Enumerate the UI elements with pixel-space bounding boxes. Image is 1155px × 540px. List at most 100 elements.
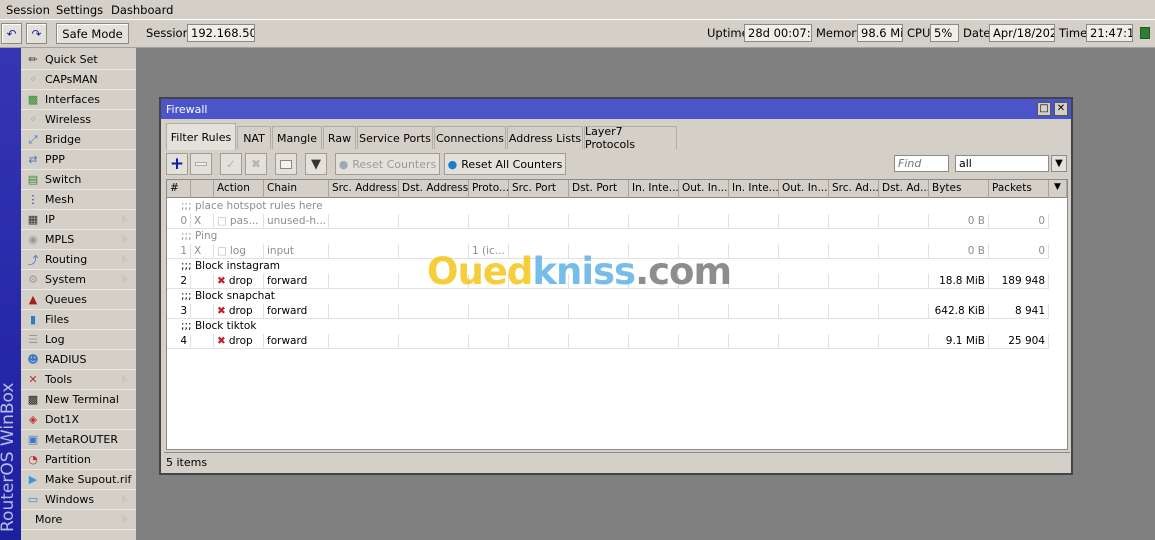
tab-connections[interactable]: Connections [434, 126, 506, 149]
sidebar-item-mesh[interactable]: ⋮ Mesh [21, 190, 136, 210]
tab-address-lists[interactable]: Address Lists [507, 126, 583, 149]
undo-button[interactable]: ↶ [1, 23, 22, 44]
sidebar-item-bridge[interactable]: ⤢ Bridge [21, 130, 136, 150]
redo-button[interactable]: ↷ [26, 23, 47, 44]
filter-button[interactable]: ▼ [305, 153, 327, 175]
column-header-bytes[interactable]: Bytes [929, 180, 989, 198]
maximize-button[interactable]: □ [1037, 102, 1051, 116]
comment-button[interactable] [275, 153, 297, 175]
rule-comment-row[interactable]: ;;; Ping [167, 229, 1067, 244]
enable-button[interactable]: ✓ [220, 153, 242, 175]
tab-mangle[interactable]: Mangle [272, 126, 322, 149]
rule-bytes: 0 B [929, 214, 989, 229]
src-port [509, 244, 569, 259]
rule-flag [191, 274, 214, 289]
out-interface-list [779, 304, 829, 319]
sidebar-item-ppp[interactable]: ⇄ PPP [21, 150, 136, 170]
table-row[interactable]: 2 ✖ drop forward 18.8 MiB 189 948 [167, 274, 1067, 289]
columns-menu-icon[interactable]: ▼ [1049, 180, 1067, 198]
sidebar-item-tools[interactable]: ✕ Tools [21, 370, 136, 390]
column-header-dst-ad[interactable]: Dst. Ad... [879, 180, 929, 198]
sidebar-item-wireless[interactable]: ◦ Wireless [21, 110, 136, 130]
sidebar-item-routing[interactable]: ⤴ Routing [21, 250, 136, 270]
menu-settings[interactable]: Settings [56, 3, 103, 17]
column-header-in-inte[interactable]: In. Inte... [729, 180, 779, 198]
tab-filter-rules[interactable]: Filter Rules [166, 123, 236, 150]
log-icon: □ [217, 245, 227, 257]
sidebar-item-queues[interactable]: ▲ Queues [21, 290, 136, 310]
tab-service-ports[interactable]: Service Ports [357, 126, 433, 149]
rule-comment-row[interactable]: ;;; place hotspot rules here [167, 199, 1067, 214]
sidebar-item-ip[interactable]: ▦ IP [21, 210, 136, 230]
dst-address-list [879, 274, 929, 289]
reset-counters-button[interactable]: ● Reset Counters [335, 153, 440, 175]
sidebar-item-metarouter[interactable]: ▣ MetaROUTER [21, 430, 136, 450]
remove-button[interactable] [190, 153, 212, 175]
sidebar-item-more[interactable]: More [21, 510, 136, 530]
table-row[interactable]: 0 X □ pas... unused-h... 0 B0 [167, 214, 1067, 229]
sidebar-item-interfaces[interactable]: ▩ Interfaces [21, 90, 136, 110]
column-header-src-ad[interactable]: Src. Ad... [829, 180, 879, 198]
sidebar-item-radius[interactable]: ☻ RADIUS [21, 350, 136, 370]
date-field: Apr/18/2022 [989, 24, 1055, 42]
filter-select[interactable]: all [955, 155, 1049, 172]
filter-dropdown-button[interactable]: ▼ [1051, 155, 1067, 172]
sidebar-item-switch[interactable]: ▤ Switch [21, 170, 136, 190]
menu-dashboard[interactable]: Dashboard [111, 3, 173, 17]
sidebar-item-make-supout-rif[interactable]: ▶ Make Supout.rif [21, 470, 136, 490]
sidebar-item-files[interactable]: ▮ Files [21, 310, 136, 330]
disable-button[interactable]: ✖ [245, 153, 267, 175]
comment-icon [280, 159, 292, 169]
tab-raw[interactable]: Raw [323, 126, 356, 149]
sidebar-item-label: Bridge [45, 133, 81, 146]
sidebar-item-label: Tools [45, 373, 73, 386]
sidebar-item-label: More [35, 513, 63, 526]
reset-all-counters-button[interactable]: ● Reset All Counters [444, 153, 566, 175]
column-header-in-inte[interactable]: In. Inte... [629, 180, 679, 198]
column-header-proto[interactable]: Proto... [469, 180, 509, 198]
table-row[interactable]: 3 ✖ drop forward 642.8 KiB 8 941 [167, 304, 1067, 319]
undo-icon: ↶ [6, 26, 17, 41]
column-header-packets[interactable]: Packets [989, 180, 1049, 198]
add-button[interactable]: + [166, 153, 188, 175]
table-row[interactable]: 4 ✖ drop forward 9.1 MiB 25 904 [167, 334, 1067, 349]
tab-nat[interactable]: NAT [237, 126, 271, 149]
sidebar-item-windows[interactable]: ▭ Windows [21, 490, 136, 510]
column-header-src-port[interactable]: Src. Port [509, 180, 569, 198]
column-header-[interactable]: # [167, 180, 191, 198]
sidebar-item-new-terminal[interactable]: ▩ New Terminal [21, 390, 136, 410]
out-interface-list [779, 334, 829, 349]
column-header-action[interactable]: Action [214, 180, 264, 198]
rule-comment-row[interactable]: ;;; Block snapchat [167, 289, 1067, 304]
menu-session[interactable]: Session [6, 3, 50, 17]
table-row[interactable]: 1 X □ log input 1 (ic... 0 B0 [167, 244, 1067, 259]
column-header-dst-address[interactable]: Dst. Address [399, 180, 469, 198]
column-header-flags[interactable] [191, 180, 214, 198]
rule-number: 3 [167, 304, 191, 319]
column-header-chain[interactable]: Chain [264, 180, 329, 198]
close-icon: ✕ [1056, 103, 1066, 114]
in-interface-list [729, 334, 779, 349]
status-bar: 5 items [164, 452, 1070, 471]
window-title-bar[interactable]: Firewall [161, 99, 1071, 119]
sidebar-item-dot1x[interactable]: ◈ Dot1X [21, 410, 136, 430]
rule-number: 0 [167, 214, 191, 229]
sidebar-item-mpls[interactable]: ◉ MPLS [21, 230, 136, 250]
column-header-src-address[interactable]: Src. Address [329, 180, 399, 198]
close-button[interactable]: ✕ [1054, 102, 1068, 116]
tab-layer7-protocols[interactable]: Layer7 Protocols [584, 125, 677, 151]
sidebar-item-log[interactable]: ☰ Log [21, 330, 136, 350]
safe-mode-button[interactable]: Safe Mode [56, 23, 129, 44]
rule-comment-row[interactable]: ;;; Block tiktok [167, 319, 1067, 334]
column-header-out-in[interactable]: Out. In... [779, 180, 829, 198]
sidebar-item-partition[interactable]: ◔ Partition [21, 450, 136, 470]
rule-comment-row[interactable]: ;;; Block instagram [167, 259, 1067, 274]
find-input[interactable] [894, 155, 949, 172]
sidebar-item-system[interactable]: ⚙ System [21, 270, 136, 290]
column-header-out-in[interactable]: Out. In... [679, 180, 729, 198]
sidebar-item-capsman[interactable]: ◦ CAPsMAN [21, 70, 136, 90]
column-header-dst-port[interactable]: Dst. Port [569, 180, 629, 198]
reset-all-icon: ● [447, 157, 458, 171]
sidebar-item-quick-set[interactable]: ✏ Quick Set [21, 50, 136, 70]
dst-address [399, 304, 469, 319]
